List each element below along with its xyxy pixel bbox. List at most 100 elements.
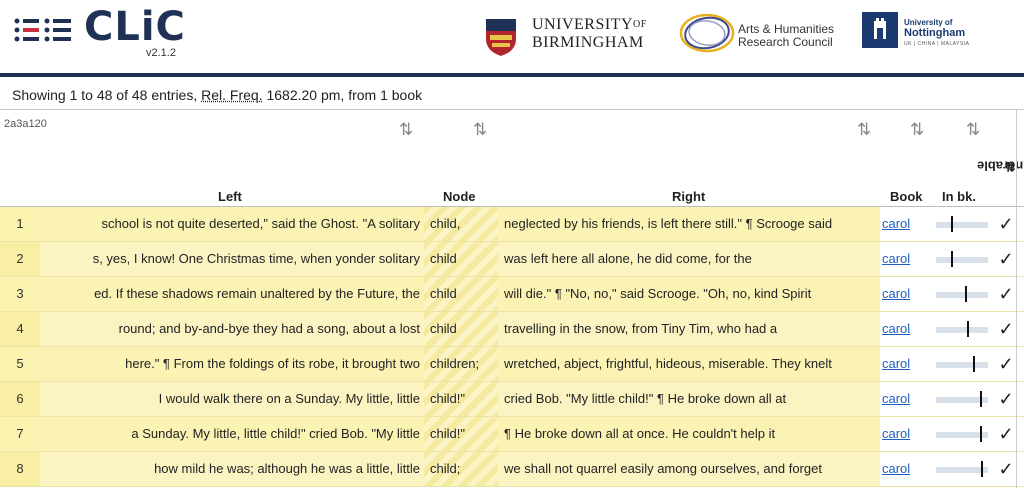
table-row[interactable]: 3 ed. If these shadows remain unaltered b…	[0, 277, 1024, 312]
in-book-marker	[972, 356, 975, 372]
table-row[interactable]: 8 how mild he was; although he was a litt…	[0, 452, 1024, 487]
vulnerable-check-icon[interactable]: ✓	[994, 417, 1018, 451]
book-link[interactable]: carol	[882, 312, 932, 346]
node-word: child,	[430, 216, 461, 231]
row-number: 3	[0, 277, 40, 311]
sort-inbk-icon[interactable]: ⇅	[966, 120, 980, 140]
in-book-marker	[980, 426, 982, 442]
right-context: wretched, abject, frightful, hideous, mi…	[504, 356, 832, 371]
in-book-position	[936, 347, 988, 381]
column-header-right[interactable]: Right	[672, 189, 705, 204]
right-context: travelling in the snow, from Tiny Tim, w…	[504, 321, 778, 336]
left-context: ed. If these shadows remain unaltered by…	[94, 286, 420, 301]
node-word: child!"	[430, 391, 465, 406]
node-word: child;	[430, 461, 461, 476]
vulnerable-check-icon[interactable]: ✓	[994, 347, 1018, 381]
row-number: 4	[0, 312, 40, 346]
row-number: 5	[0, 347, 40, 381]
ahrc-logo-icon	[679, 13, 735, 53]
left-context: round; and by-and-bye they had a song, a…	[118, 321, 420, 336]
vulnerable-check-icon[interactable]: ✓	[994, 277, 1018, 311]
column-header-inbk[interactable]: In bk.	[942, 189, 976, 204]
in-book-position	[936, 277, 988, 311]
clic-logo-icon	[14, 18, 71, 42]
column-header-left[interactable]: Left	[218, 189, 242, 204]
query-hash: 2a3a120	[4, 118, 47, 130]
in-book-marker	[951, 251, 953, 267]
node-word: child	[430, 251, 457, 266]
results-summary: Showing 1 to 48 of 48 entries, Rel. Freq…	[0, 78, 1024, 110]
node-word: child	[430, 286, 457, 301]
node-word: child	[430, 321, 457, 336]
book-link[interactable]: carol	[882, 417, 932, 451]
table-row[interactable]: 4 round; and by-and-bye they had a song, …	[0, 312, 1024, 347]
in-book-position	[936, 452, 988, 486]
app-version: v2.1.2	[146, 47, 176, 59]
book-link[interactable]: carol	[882, 207, 932, 241]
vulnerable-check-icon[interactable]: ✓	[994, 382, 1018, 416]
scrollbar-track	[1016, 110, 1017, 488]
app-header: CLiC v2.1.2 UNIVERSITYOF BIRMINGHAM Arts…	[0, 0, 1024, 73]
in-book-marker	[965, 286, 967, 302]
right-context: was left here all alone, he did come, fo…	[504, 251, 752, 266]
right-context: neglected by his friends, is left there …	[504, 216, 833, 231]
ahrc-logo-text: Arts & Humanities Research Council	[738, 22, 835, 49]
in-book-track	[936, 257, 988, 263]
table-row[interactable]: 5 here." ¶ From the foldings of its robe,…	[0, 347, 1024, 382]
in-book-track	[936, 222, 988, 228]
in-book-marker	[981, 461, 983, 477]
column-header-vulnerable[interactable]: ⇅Vulnerable	[977, 126, 1024, 206]
column-header-book[interactable]: Book	[890, 189, 923, 204]
row-number: 2	[0, 242, 40, 276]
in-book-track	[936, 292, 988, 298]
column-header-node[interactable]: Node	[443, 189, 476, 204]
left-context: school is not quite deserted," said the …	[101, 216, 420, 231]
in-book-track	[936, 362, 988, 368]
in-book-marker	[980, 391, 982, 407]
right-context: cried Bob. "My little child!" ¶ He broke…	[504, 391, 787, 406]
concordance-table-body: 1 school is not quite deserted," said the…	[0, 207, 1024, 487]
vulnerable-check-icon[interactable]: ✓	[994, 242, 1018, 276]
vulnerable-check-icon[interactable]: ✓	[994, 452, 1018, 486]
sort-book-icon[interactable]: ⇅	[910, 120, 924, 140]
sort-left-icon[interactable]: ⇅	[399, 120, 413, 140]
birmingham-shield-icon	[486, 19, 516, 56]
right-context: will die." ¶ "No, no," said Scrooge. "Oh…	[504, 286, 812, 301]
in-book-position	[936, 207, 988, 241]
table-row[interactable]: 2 s, yes, I know! One Christmas time, whe…	[0, 242, 1024, 277]
table-row[interactable]: 1 school is not quite deserted," said the…	[0, 207, 1024, 242]
in-book-position	[936, 382, 988, 416]
left-context: I would walk there on a Sunday. My littl…	[158, 391, 420, 406]
nottingham-logo-text: University of Nottingham UK | CHINA | MA…	[904, 18, 970, 47]
row-number: 7	[0, 417, 40, 451]
header-divider	[0, 73, 1024, 77]
table-row[interactable]: 6 I would walk there on a Sunday. My litt…	[0, 382, 1024, 417]
in-book-track	[936, 327, 988, 333]
left-context: a Sunday. My little, little child!" crie…	[131, 426, 420, 441]
table-row[interactable]: 7 a Sunday. My little, little child!" cri…	[0, 417, 1024, 452]
row-number: 6	[0, 382, 40, 416]
sort-right-icon[interactable]: ⇅	[857, 120, 871, 140]
vulnerable-check-icon[interactable]: ✓	[994, 312, 1018, 346]
in-book-marker	[967, 321, 969, 337]
left-context: here." ¶ From the foldings of its robe, …	[125, 356, 420, 371]
book-link[interactable]: carol	[882, 277, 932, 311]
book-link[interactable]: carol	[882, 382, 932, 416]
book-link[interactable]: carol	[882, 452, 932, 486]
sort-node-icon[interactable]: ⇅	[473, 120, 487, 140]
book-link[interactable]: carol	[882, 242, 932, 276]
left-context: how mild he was; although he was a littl…	[154, 461, 420, 476]
book-link[interactable]: carol	[882, 347, 932, 381]
row-number: 1	[0, 207, 40, 241]
nottingham-crest-icon	[862, 12, 898, 48]
in-book-marker	[951, 216, 953, 232]
in-book-position	[936, 242, 988, 276]
app-name: CLiC	[84, 4, 186, 50]
vulnerable-check-icon[interactable]: ✓	[994, 207, 1018, 241]
right-context: we shall not quarrel easily among oursel…	[504, 461, 822, 476]
right-context: ¶ He broke down all at once. He couldn't…	[504, 426, 776, 441]
rel-freq-abbr[interactable]: Rel. Freq.	[201, 87, 262, 103]
in-book-position	[936, 312, 988, 346]
row-number: 8	[0, 452, 40, 486]
birmingham-logo-text: UNIVERSITYOF BIRMINGHAM	[532, 16, 647, 51]
